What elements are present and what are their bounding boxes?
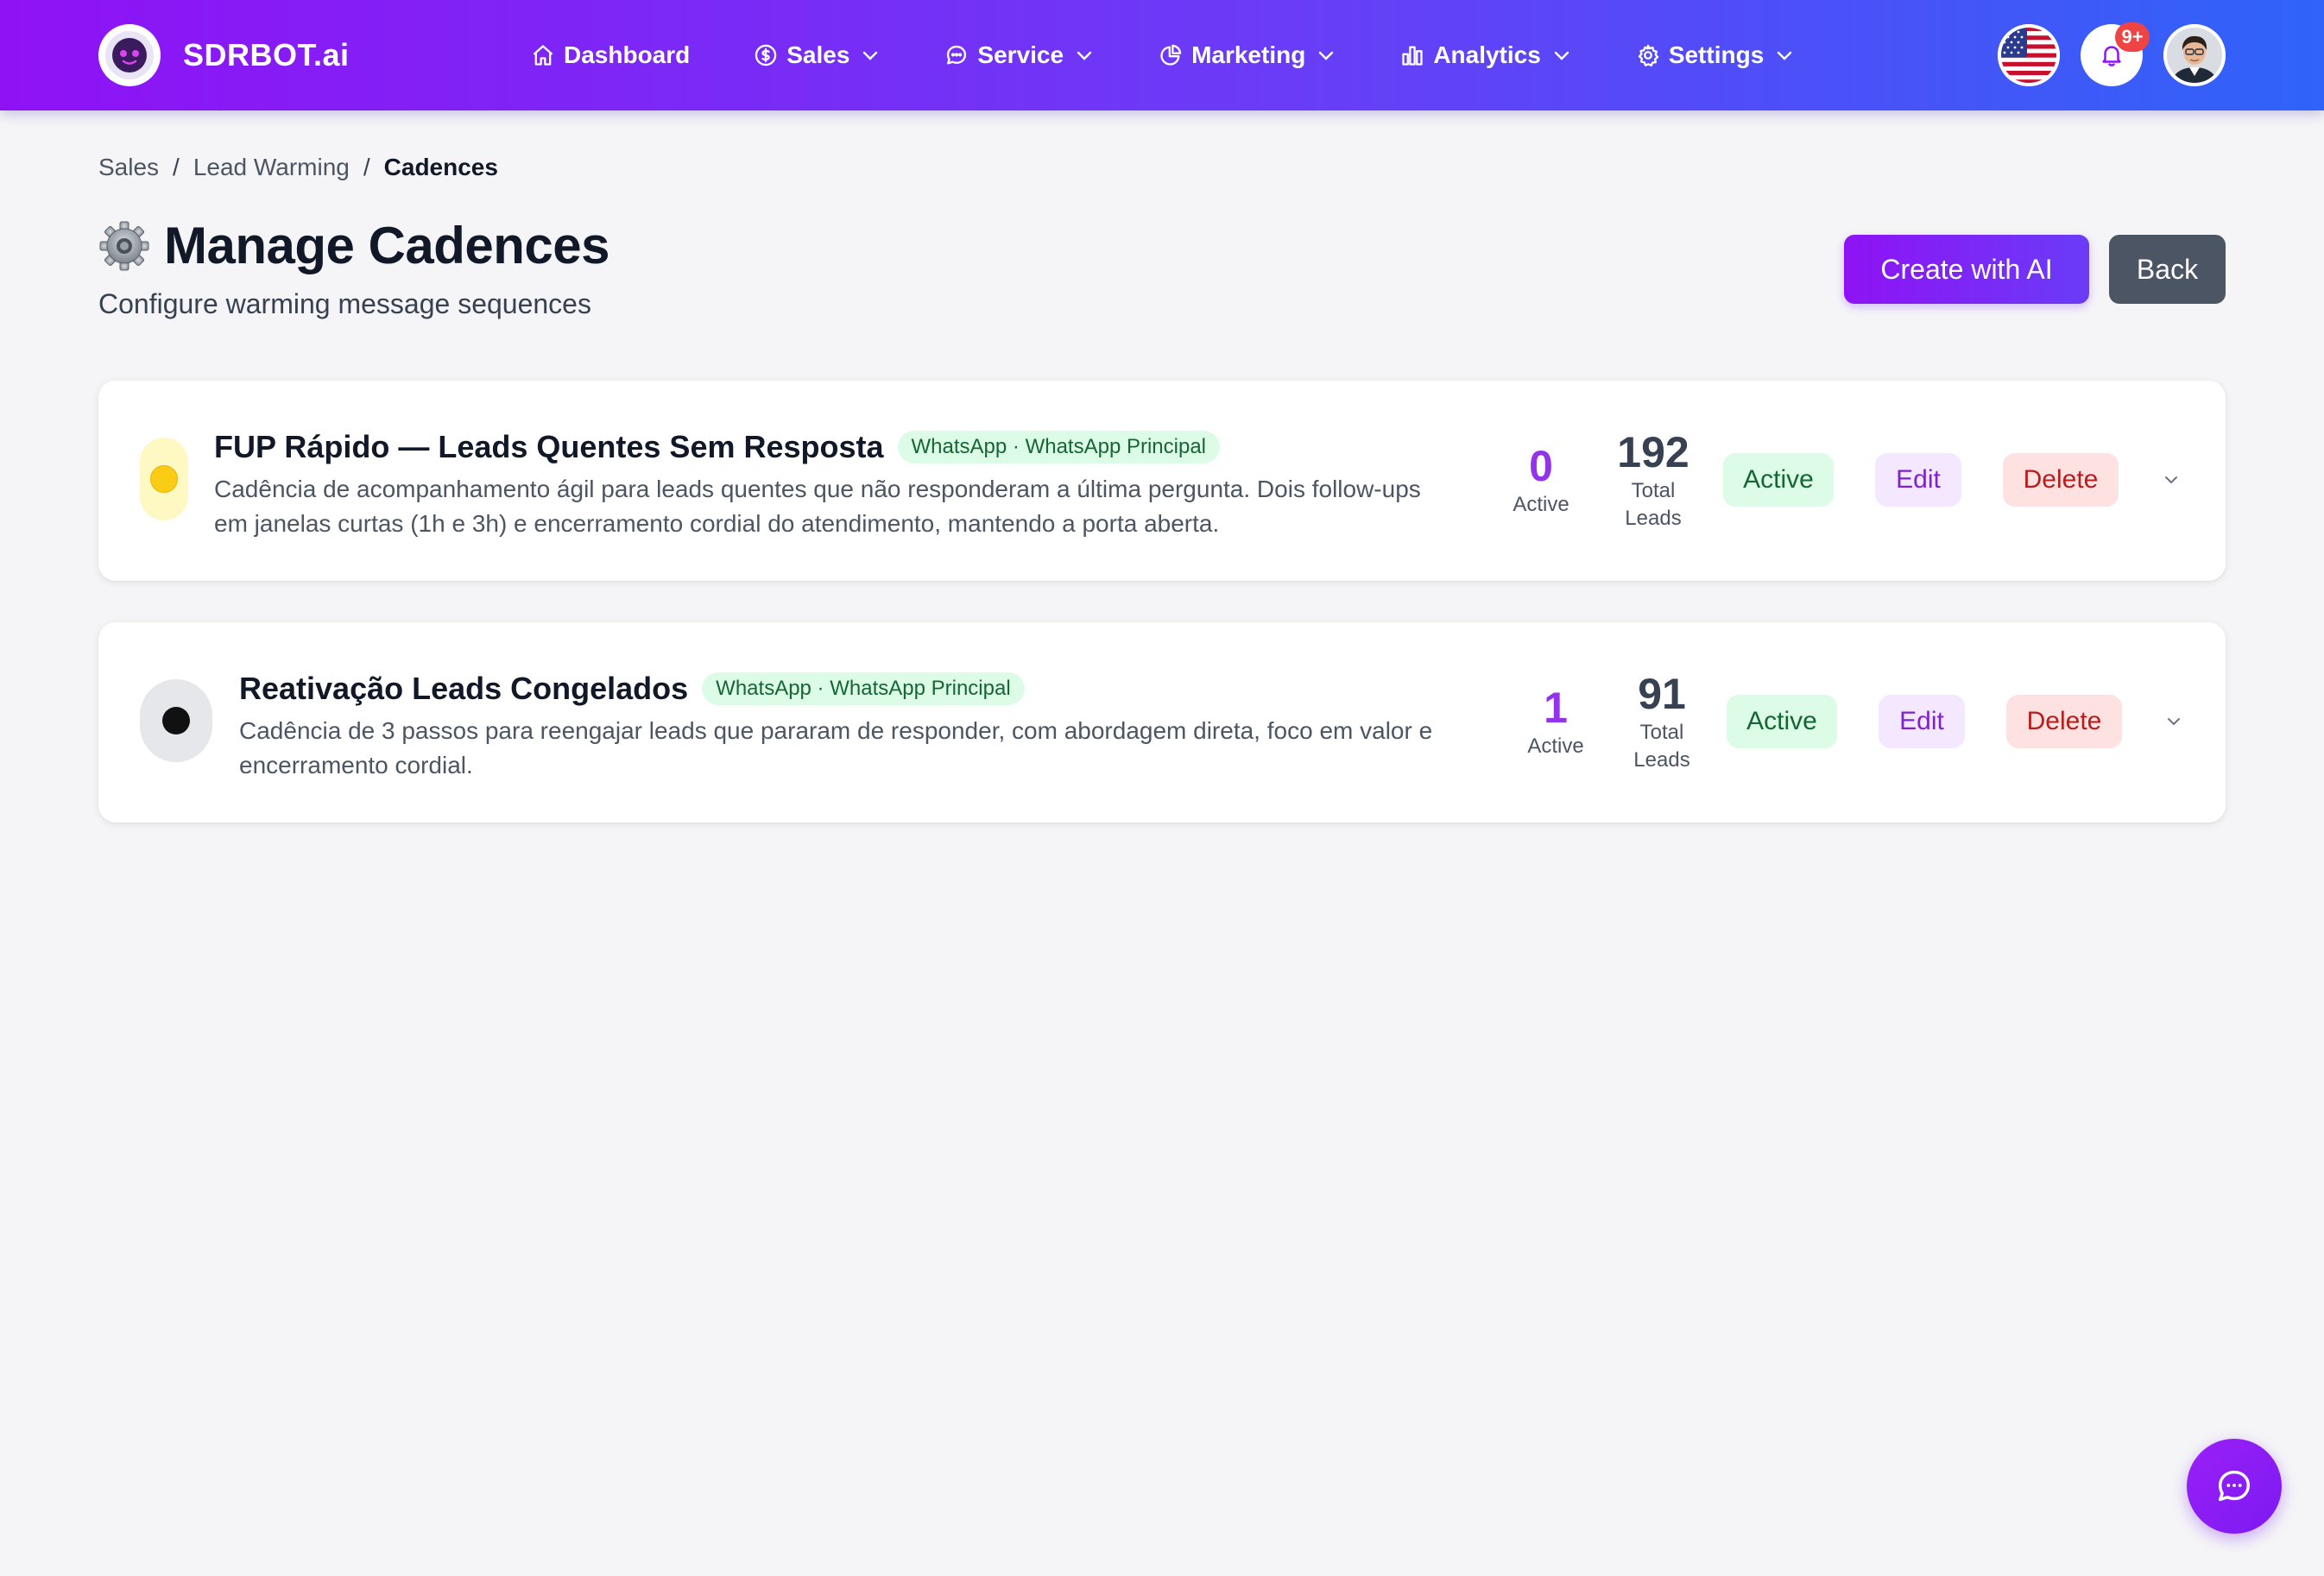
nav-sales-label: Sales xyxy=(786,41,850,68)
nav-service-label: Service xyxy=(977,41,1064,68)
cadence-name: Reativação Leads Congelados xyxy=(239,671,689,706)
notification-count-badge: 9+ xyxy=(2115,22,2150,52)
nav-right-actions: 9+ xyxy=(1998,22,2226,86)
yellow-dot-icon xyxy=(150,465,178,493)
total-leads-stat: 192 Total Leads xyxy=(1601,427,1705,533)
page-title: Manage Cadences xyxy=(164,217,610,274)
active-stat: 0 Active xyxy=(1498,441,1584,519)
status-indicator xyxy=(140,438,188,520)
active-stat: 1 Active xyxy=(1512,683,1599,760)
cadence-header: FUP Rápido — Leads Quentes Sem Resposta … xyxy=(214,429,1221,465)
cadence-description-line: encerramento cordial. xyxy=(239,752,473,779)
cadence-card[interactable]: FUP Rápido — Leads Quentes Sem Resposta … xyxy=(98,381,2226,581)
cadence-description: Cadência de acompanhamento ágil para lea… xyxy=(214,472,1421,541)
cadence-header: Reativação Leads Congelados WhatsApp · W… xyxy=(239,671,1025,707)
us-flag-icon xyxy=(1998,24,2060,86)
cadence-description-line: Cadência de acompanhamento ágil para lea… xyxy=(214,476,1421,502)
total-leads-count: 91 xyxy=(1638,670,1686,718)
status-toggle-button[interactable]: Active xyxy=(1727,695,1837,748)
breadcrumb-lead-warming[interactable]: Lead Warming xyxy=(193,154,350,181)
total-leads-count: 192 xyxy=(1617,428,1689,476)
nav-settings-label: Settings xyxy=(1668,41,1765,68)
nav-analytics-label: Analytics xyxy=(1433,41,1541,68)
total-leads-label: Total xyxy=(1639,721,1684,744)
total-leads-stat: 91 Total Leads xyxy=(1610,669,1714,774)
total-leads-label: Total xyxy=(1631,479,1676,502)
page-subtitle: Configure warming message sequences xyxy=(98,288,591,319)
back-button[interactable]: Back xyxy=(2109,235,2226,304)
user-avatar[interactable] xyxy=(2163,24,2226,86)
breadcrumb-separator: / xyxy=(173,154,180,180)
breadcrumb-sales[interactable]: Sales xyxy=(98,154,159,181)
pie-chart-icon xyxy=(1160,44,1182,66)
delete-button[interactable]: Delete xyxy=(2003,453,2119,507)
nav-analytics[interactable]: Analytics xyxy=(1400,41,1572,69)
top-navbar: SDRBOT.ai Dashboard Sales Service Market… xyxy=(0,0,2324,110)
chevron-down-icon xyxy=(863,51,878,60)
cadence-name: FUP Rápido — Leads Quentes Sem Resposta xyxy=(214,429,884,464)
home-icon xyxy=(533,45,553,66)
gear-icon xyxy=(1638,44,1659,67)
active-count-label: Active xyxy=(1512,493,1569,516)
active-count: 1 xyxy=(1544,684,1568,732)
nav-dashboard[interactable]: Dashboard xyxy=(531,41,690,69)
gear-emoji-icon xyxy=(99,221,149,270)
active-count-label: Active xyxy=(1527,734,1584,758)
bar-chart-icon xyxy=(1402,46,1423,66)
robot-logo-icon xyxy=(98,24,161,86)
nav-marketing[interactable]: Marketing xyxy=(1159,41,1336,69)
chat-bubble-icon xyxy=(947,45,967,65)
breadcrumb: Sales / Lead Warming / Cadences xyxy=(98,154,498,181)
chat-support-button[interactable] xyxy=(2187,1439,2282,1534)
language-selector[interactable] xyxy=(1998,24,2060,86)
edit-button[interactable]: Edit xyxy=(1875,453,1961,507)
nav-service[interactable]: Service xyxy=(944,41,1095,69)
total-leads-label: Leads xyxy=(1625,507,1682,530)
status-toggle-button[interactable]: Active xyxy=(1723,453,1834,507)
chevron-down-icon xyxy=(2165,476,2177,484)
channel-tag: WhatsApp · WhatsApp Principal xyxy=(897,431,1221,463)
expand-button[interactable] xyxy=(2158,467,2184,493)
nav-marketing-label: Marketing xyxy=(1191,41,1306,68)
brand-name: SDRBOT.ai xyxy=(183,37,350,72)
breadcrumb-separator: / xyxy=(363,154,370,180)
avatar-icon xyxy=(2163,24,2226,86)
brand[interactable]: SDRBOT.ai xyxy=(98,24,350,86)
expand-button[interactable] xyxy=(2161,709,2187,734)
active-count: 0 xyxy=(1529,442,1553,490)
nav-dashboard-label: Dashboard xyxy=(564,41,691,68)
delete-button[interactable]: Delete xyxy=(2006,695,2122,748)
notifications-button[interactable]: 9+ xyxy=(2081,22,2150,86)
total-leads-label: Leads xyxy=(1633,748,1690,772)
dollar-icon xyxy=(755,44,777,66)
channel-tag: WhatsApp · WhatsApp Principal xyxy=(702,672,1025,705)
chevron-down-icon xyxy=(1778,51,1792,60)
chevron-down-icon xyxy=(2168,718,2180,726)
nav-sales[interactable]: Sales xyxy=(754,41,881,69)
black-dot-icon xyxy=(162,707,190,734)
status-indicator xyxy=(140,679,212,762)
cadence-card[interactable]: Reativação Leads Congelados WhatsApp · W… xyxy=(98,622,2226,823)
chevron-down-icon xyxy=(1554,51,1569,60)
cadence-description: Cadência de 3 passos para reengajar lead… xyxy=(239,714,1432,783)
breadcrumb-current: Cadences xyxy=(383,154,498,180)
edit-button[interactable]: Edit xyxy=(1879,695,1965,748)
create-with-ai-button[interactable]: Create with AI xyxy=(1844,235,2089,304)
nav-settings[interactable]: Settings xyxy=(1636,41,1795,69)
page-title-row: Manage Cadences xyxy=(98,216,610,275)
main-menu: Dashboard Sales Service Marketing Analyt… xyxy=(531,0,1859,110)
chat-bubble-icon xyxy=(2218,1470,2251,1502)
chevron-down-icon xyxy=(1077,51,1092,60)
cadence-description-line: Cadência de 3 passos para reengajar lead… xyxy=(239,717,1433,744)
chevron-down-icon xyxy=(1319,51,1334,60)
cadence-description-line: em janelas curtas (1h e 3h) e encerramen… xyxy=(214,510,1220,537)
